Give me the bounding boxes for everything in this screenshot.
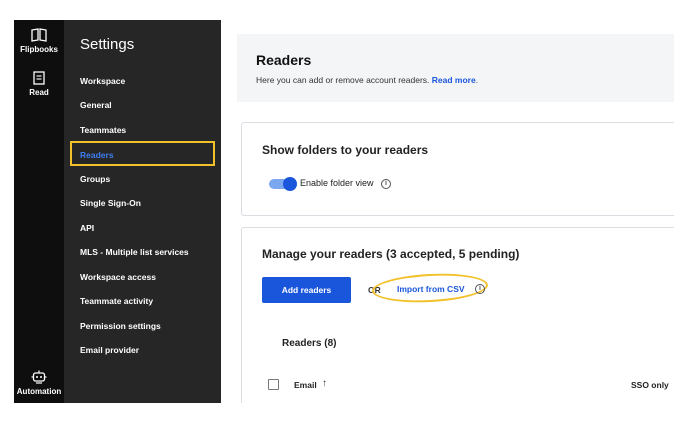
import-csv-link[interactable]: Import from CSV [397, 284, 465, 294]
read-more-link[interactable]: Read more [432, 75, 476, 85]
manage-readers-card: Manage your readers (3 accepted, 5 pendi… [241, 227, 674, 403]
document-icon [33, 71, 45, 85]
sidebar-item-general[interactable]: General [80, 100, 112, 110]
nav-flipbooks-label: Flipbooks [20, 45, 58, 54]
icon-navigation-bar: Flipbooks Read Automation [14, 20, 64, 403]
add-readers-button[interactable]: Add readers [262, 277, 351, 303]
nav-flipbooks[interactable]: Flipbooks [14, 28, 64, 54]
sidebar-item-permission-settings[interactable]: Permission settings [80, 321, 161, 331]
folder-view-toggle[interactable] [269, 177, 297, 191]
manage-readers-title: Manage your readers (3 accepted, 5 pendi… [262, 247, 520, 261]
sidebar-item-email-provider[interactable]: Email provider [80, 345, 139, 355]
sidebar-item-groups[interactable]: Groups [80, 174, 110, 184]
app-window: Flipbooks Read Automation Settings Works… [14, 20, 674, 403]
info-icon[interactable]: i [381, 179, 391, 189]
select-all-checkbox[interactable] [268, 379, 279, 390]
sidebar-item-readers[interactable]: Readers [80, 150, 114, 160]
page-description: Here you can add or remove account reade… [256, 75, 479, 85]
nav-automation[interactable]: Automation [14, 370, 64, 396]
page-header: Readers Here you can add or remove accou… [237, 34, 674, 102]
robot-icon [31, 370, 47, 384]
import-info-icon[interactable]: i [475, 284, 485, 294]
nav-read-label: Read [29, 88, 49, 97]
folders-card-title: Show folders to your readers [262, 143, 429, 157]
folder-view-label: Enable folder view [300, 178, 374, 188]
book-icon [31, 28, 47, 42]
readers-count-heading: Readers (8) [282, 338, 337, 349]
nav-automation-label: Automation [16, 387, 62, 396]
main-content: Readers Here you can add or remove accou… [221, 20, 674, 403]
nav-read[interactable]: Read [14, 71, 64, 97]
email-column-header[interactable]: Email [294, 380, 317, 390]
page-title: Readers [256, 52, 312, 68]
sso-only-column-header: SSO only [631, 380, 669, 390]
folders-card: Show folders to your readers Enable fold… [241, 122, 674, 216]
toggle-knob [283, 177, 297, 191]
page-description-text: Here you can add or remove account reade… [256, 75, 430, 85]
sidebar-item-teammate-activity[interactable]: Teammate activity [80, 296, 153, 306]
settings-sidebar: Settings Workspace General Teammates Rea… [64, 20, 221, 403]
sort-ascending-icon[interactable]: ↑ [322, 378, 327, 389]
sidebar-item-workspace-access[interactable]: Workspace access [80, 272, 156, 282]
sidebar-item-teammates[interactable]: Teammates [80, 125, 126, 135]
sidebar-item-mls[interactable]: MLS - Multiple list services [80, 247, 189, 257]
sidebar-title: Settings [80, 36, 135, 53]
sidebar-item-api[interactable]: API [80, 223, 94, 233]
sidebar-item-single-sign-on[interactable]: Single Sign-On [80, 198, 141, 208]
sidebar-item-workspace[interactable]: Workspace [80, 76, 125, 86]
